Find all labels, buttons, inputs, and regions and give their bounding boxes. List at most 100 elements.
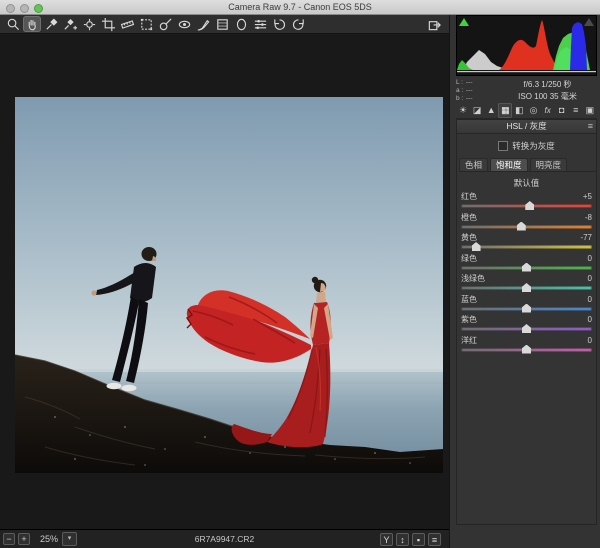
slider-label: 黄色 (461, 233, 477, 243)
lens-corrections-tab[interactable]: ◎ (526, 103, 540, 118)
shadow-clipping-indicator[interactable] (459, 18, 469, 26)
basic-tab[interactable]: ☀ (456, 103, 470, 118)
targeted-adjustment-tool[interactable] (80, 16, 98, 32)
hsl-slider-yellow: 黄色 -77 (461, 233, 592, 254)
slider-track[interactable] (461, 204, 592, 208)
slider-track[interactable] (461, 327, 592, 331)
zoom-window-button[interactable] (34, 4, 43, 13)
zoom-in-button[interactable]: + (18, 533, 30, 545)
graduated-filter-tool[interactable] (213, 16, 231, 32)
tab-luminance[interactable]: 明亮度 (530, 158, 568, 171)
slider-thumb[interactable] (525, 201, 534, 210)
slider-value: +5 (583, 192, 592, 202)
title-bar: Camera Raw 9.7 - Canon EOS 5DS (0, 0, 600, 15)
effects-tab[interactable]: fx (541, 103, 555, 118)
filmstrip-menu-button[interactable]: ≡ (428, 533, 441, 546)
exif-aperture-shutter: f/6.3 1/250 秒 (498, 79, 597, 91)
adjustments-panel: L :--- a :--- b :--- f/6.3 1/250 秒 ISO 1… (449, 15, 600, 548)
before-after-toggle-button[interactable]: Y (380, 533, 393, 546)
main-area: − + 25% ▾ 6R7A9947.CR2 Y ↕ ▪ ≡ (0, 15, 449, 548)
window-title: Camera Raw 9.7 - Canon EOS 5DS (0, 0, 600, 14)
slider-track[interactable] (461, 245, 592, 249)
slider-value: 0 (588, 315, 592, 325)
zoom-level-dropdown[interactable]: ▾ (62, 532, 77, 546)
tab-hue[interactable]: 色相 (459, 158, 488, 171)
slider-thumb[interactable] (522, 263, 531, 272)
slider-label: 洋红 (461, 336, 477, 346)
slider-thumb[interactable] (517, 222, 526, 231)
hsl-slider-orange: 橙色-8 (461, 213, 592, 234)
exif-info: f/6.3 1/250 秒 ISO 100 35 毫米 (498, 78, 597, 102)
grayscale-checkbox[interactable] (498, 141, 508, 151)
transform-tool[interactable] (137, 16, 155, 32)
hand-tool[interactable] (23, 16, 41, 32)
hsl-panel-title: HSL / 灰度 (506, 121, 546, 131)
hsl-subtabs: 色相 饱和度 明亮度 (459, 158, 596, 172)
slider-track[interactable] (461, 266, 592, 270)
tab-saturation[interactable]: 饱和度 (490, 158, 528, 171)
white-balance-tool[interactable] (42, 16, 60, 32)
swap-before-after-button[interactable]: ↕ (396, 533, 409, 546)
photo-preview[interactable] (15, 97, 443, 473)
panel-menu-icon[interactable]: ≡ (588, 120, 593, 133)
detail-tab[interactable]: ▲ (484, 103, 498, 118)
slider-label: 橙色 (461, 213, 477, 223)
slider-label: 紫色 (461, 315, 477, 325)
hsl-slider-purple: 紫色 0 (461, 315, 592, 336)
radial-filter-tool[interactable] (232, 16, 250, 32)
snapshots-tab[interactable]: ▣ (583, 103, 597, 118)
presets-tab[interactable]: ≡ (569, 103, 583, 118)
preferences-tool[interactable] (251, 16, 269, 32)
adjustment-brush-tool[interactable] (194, 16, 212, 32)
spot-removal-tool[interactable] (156, 16, 174, 32)
slider-thumb[interactable] (522, 283, 531, 292)
slider-thumb[interactable] (522, 345, 531, 354)
slider-label: 绿色 (461, 254, 477, 264)
hsl-slider-blue: 蓝色0 (461, 295, 592, 316)
hsl-slider-aqua: 浅绿色0 (461, 274, 592, 295)
minimize-window-button[interactable] (20, 4, 29, 13)
camera-raw-window: Camera Raw 9.7 - Canon EOS 5DS (0, 0, 600, 548)
hsl-panel-header: HSL / 灰度 ≡ (457, 120, 596, 134)
apply-before-after-button[interactable]: ▪ (412, 533, 425, 546)
hsl-sliders: 红色+5 橙色-8 黄色-77 绿色0 浅绿色0 (457, 192, 596, 356)
slider-value: -77 (580, 233, 592, 243)
slider-value: 0 (588, 336, 592, 346)
close-window-button[interactable] (6, 4, 15, 13)
color-sampler-tool[interactable] (61, 16, 79, 32)
tone-curve-tab[interactable]: ◪ (470, 103, 484, 118)
fullscreen-toggle[interactable] (425, 16, 443, 32)
slider-value: 0 (588, 254, 592, 264)
rotate-right-tool[interactable] (289, 16, 307, 32)
hsl-grayscale-tab[interactable]: ▦ (498, 103, 512, 118)
grayscale-checkbox-label: 转换为灰度 (512, 140, 555, 152)
slider-track[interactable] (461, 286, 592, 290)
split-toning-tab[interactable]: ◧ (512, 103, 526, 118)
zoom-out-button[interactable]: − (3, 533, 15, 545)
highlight-clipping-indicator[interactable] (584, 18, 594, 26)
hsl-slider-red: 红色 +5 (461, 192, 592, 213)
slider-label: 浅绿色 (461, 274, 485, 284)
slider-track[interactable] (461, 225, 592, 229)
slider-thumb[interactable] (522, 324, 531, 333)
preview-canvas[interactable] (0, 35, 449, 530)
panel-tab-strip: ☀ ◪ ▲ ▦ ◧ ◎ fx ◘ ≡ ▣ (456, 103, 597, 119)
hsl-slider-magenta: 洋红 0 (461, 336, 592, 357)
default-button[interactable]: 默认值 (457, 177, 596, 188)
red-eye-tool[interactable] (175, 16, 193, 32)
hsl-slider-green: 绿色 0 (461, 254, 592, 275)
straighten-tool[interactable] (118, 16, 136, 32)
rotate-left-tool[interactable] (270, 16, 288, 32)
zoom-level-value[interactable]: 25% (40, 534, 58, 544)
bottom-bar: − + 25% ▾ 6R7A9947.CR2 Y ↕ ▪ ≡ (0, 529, 449, 548)
slider-thumb[interactable] (472, 242, 481, 251)
slider-label: 红色 (461, 192, 477, 202)
camera-calibration-tab[interactable]: ◘ (555, 103, 569, 118)
slider-thumb[interactable] (522, 304, 531, 313)
slider-track[interactable] (461, 307, 592, 311)
crop-tool[interactable] (99, 16, 117, 32)
image-info: L :--- a :--- b :--- f/6.3 1/250 秒 ISO 1… (456, 78, 597, 102)
zoom-tool[interactable] (4, 16, 22, 32)
histogram-graph (457, 16, 596, 75)
slider-track[interactable] (461, 348, 592, 352)
